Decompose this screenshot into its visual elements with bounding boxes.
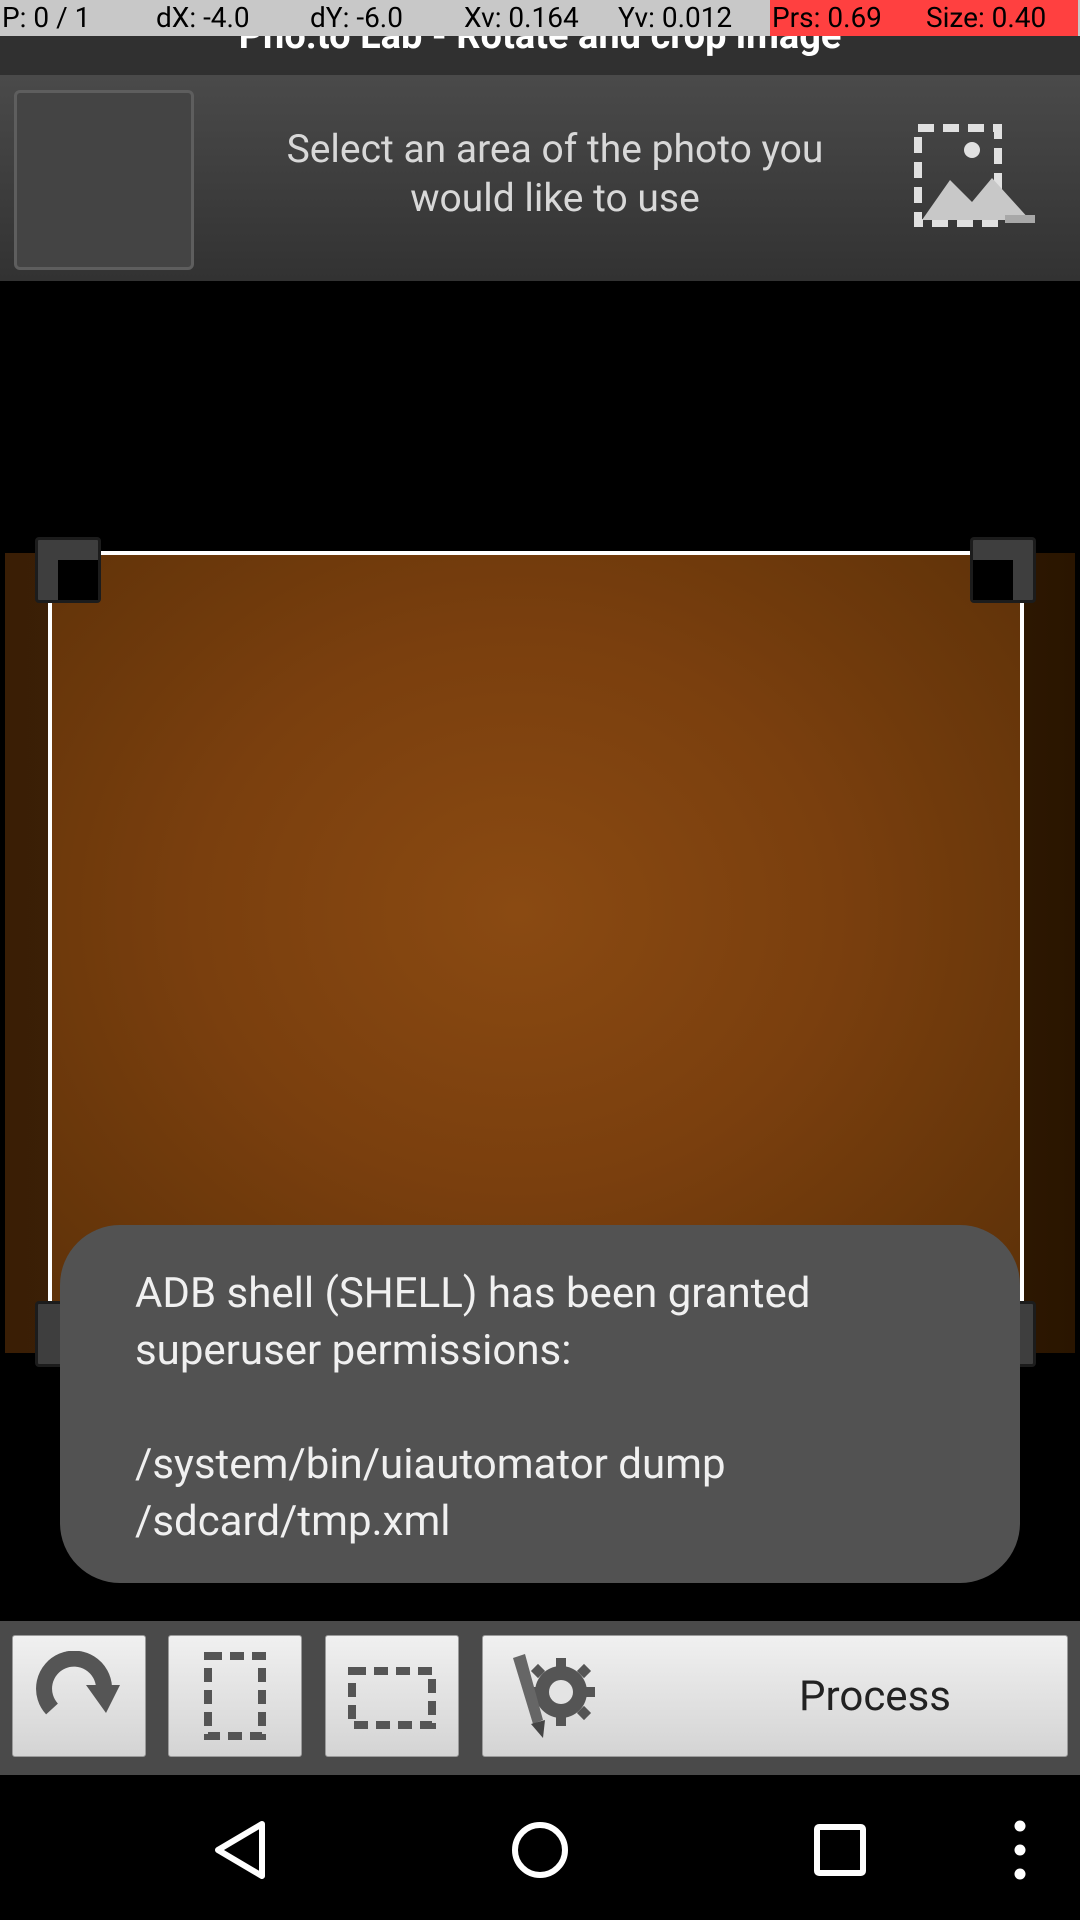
debug-dx: dX: -4.0 — [156, 1, 250, 34]
rotate-icon — [36, 1651, 120, 1715]
home-icon — [512, 1822, 568, 1878]
recents-button[interactable] — [790, 1800, 890, 1900]
brush-gear-icon — [513, 1654, 595, 1738]
crop-portrait-icon — [204, 1652, 266, 1740]
image-gallery-icon[interactable] — [910, 120, 1040, 240]
overflow-menu-icon — [1014, 1820, 1026, 1880]
debug-size: Size: 0.40 — [924, 0, 1078, 36]
back-button[interactable] — [190, 1800, 290, 1900]
recents-icon — [814, 1824, 866, 1876]
debug-pressure: Prs: 0.69 — [770, 0, 924, 36]
debug-dy: dY: -6.0 — [310, 1, 403, 34]
bottom-toolbar: Process — [0, 1621, 1080, 1775]
crop-landscape-button[interactable] — [325, 1635, 459, 1757]
crop-handle-top-left[interactable] — [35, 537, 101, 603]
overflow-menu-button[interactable] — [970, 1800, 1070, 1900]
toast-message: ADB shell (SHELL) has been granted super… — [135, 1269, 821, 1375]
crop-handle-top-right[interactable] — [970, 537, 1036, 603]
toast-command: /system/bin/uiautomator dump /sdcard/tmp… — [135, 1440, 736, 1546]
pointer-debug-bar: P: 0 / 1 dX: -4.0 dY: -6.0 Xv: 0.164 Yv:… — [0, 0, 1080, 36]
home-button[interactable] — [490, 1800, 590, 1900]
debug-pointer-count: P: 0 / 1 — [2, 1, 91, 34]
header: Select an area of the photo you would li… — [0, 75, 1080, 281]
system-navigation-bar — [0, 1775, 1080, 1920]
process-label: Process — [799, 1671, 951, 1721]
back-icon — [215, 1821, 265, 1879]
debug-yv: Yv: 0.012 — [618, 1, 733, 34]
instruction-text: Select an area of the photo you would li… — [286, 126, 824, 221]
crop-portrait-button[interactable] — [168, 1635, 302, 1757]
process-button[interactable]: Process — [482, 1635, 1068, 1757]
debug-xv: Xv: 0.164 — [464, 1, 579, 34]
photo-thumbnail[interactable] — [14, 90, 194, 270]
crop-landscape-icon — [348, 1667, 436, 1729]
superuser-toast: ADB shell (SHELL) has been granted super… — [60, 1225, 1020, 1583]
rotate-button[interactable] — [12, 1635, 146, 1757]
